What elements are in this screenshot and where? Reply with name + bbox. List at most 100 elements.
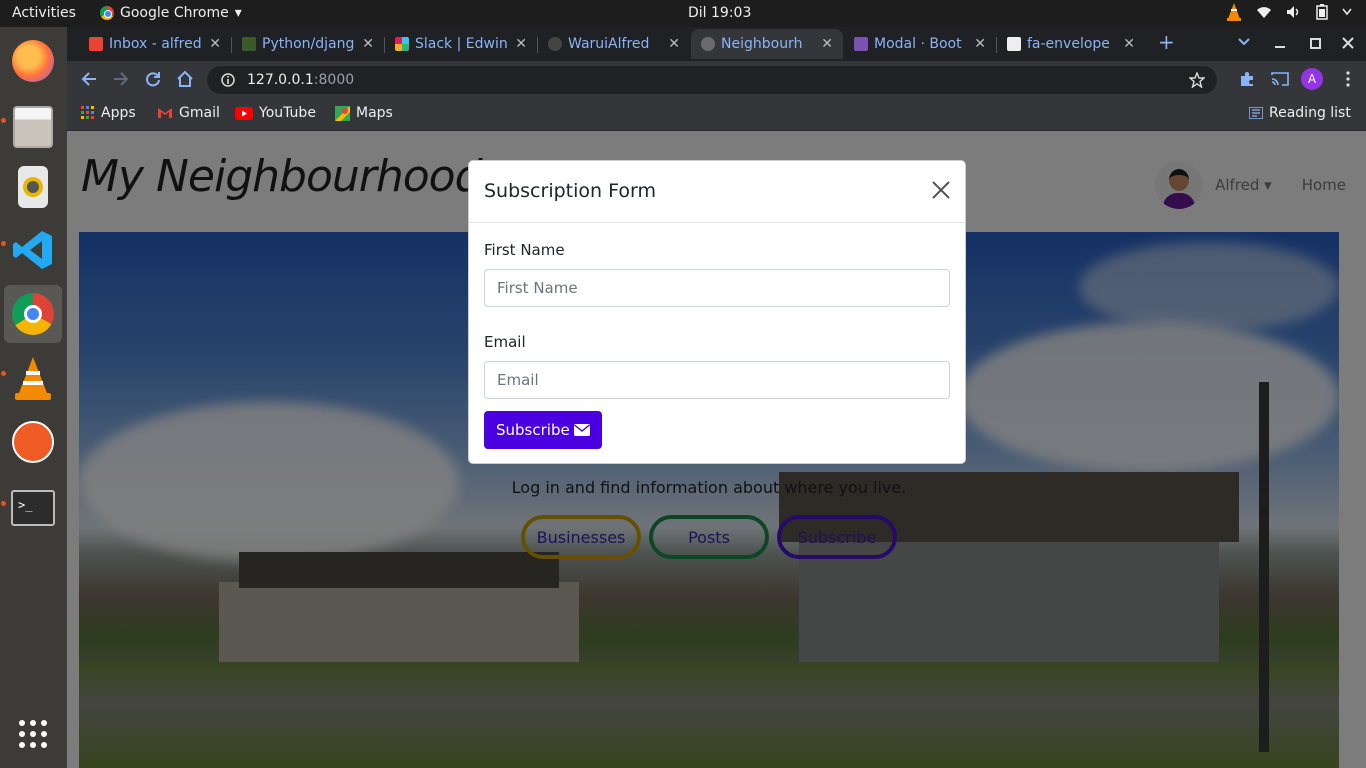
dock-postman[interactable] xyxy=(4,413,62,471)
email-input[interactable] xyxy=(484,361,950,399)
volume-icon[interactable] xyxy=(1286,5,1302,19)
dock-rhythmbox[interactable] xyxy=(4,158,62,216)
bookmarks-bar: Apps Gmail YouTube Maps Reading list xyxy=(67,97,1366,131)
globe-icon xyxy=(701,37,715,51)
address-bar[interactable]: 127.0.0.1:8000 xyxy=(207,66,1217,94)
system-tray[interactable] xyxy=(1226,3,1352,21)
url-text[interactable]: 127.0.0.1:8000 xyxy=(247,72,354,88)
close-icon[interactable]: ✕ xyxy=(515,36,527,52)
vlc-icon xyxy=(15,357,51,400)
tab-github[interactable]: WaruiAlfred ✕ xyxy=(538,29,690,59)
tab-fa-envelope[interactable]: fa-envelope ✕ xyxy=(997,29,1145,59)
apps-grid-icon xyxy=(19,720,47,748)
bookmark-apps[interactable]: Apps xyxy=(81,105,136,121)
activities-button[interactable]: Activities xyxy=(12,5,76,21)
cast-icon[interactable] xyxy=(1271,71,1289,87)
dock-terminal[interactable]: >_ xyxy=(4,479,62,537)
apps-grid-icon xyxy=(81,106,94,119)
reading-list-label: Reading list xyxy=(1269,105,1351,121)
close-icon[interactable]: ✕ xyxy=(668,36,680,52)
tab-label: Neighbourh xyxy=(721,36,803,52)
close-icon[interactable]: ✕ xyxy=(821,36,833,52)
modal-body: First Name Email xyxy=(469,223,965,399)
tab-label: Python/djang xyxy=(262,36,355,52)
bookmark-youtube[interactable]: YouTube xyxy=(235,105,316,121)
close-window-icon[interactable] xyxy=(1342,37,1354,49)
reading-list-button[interactable]: Reading list xyxy=(1249,105,1351,121)
more-menu-icon[interactable] xyxy=(1346,71,1350,87)
tab-label: Slack | Edwin xyxy=(415,36,508,52)
dock-firefox[interactable] xyxy=(4,32,62,90)
youtube-icon xyxy=(235,106,253,120)
first-name-input[interactable] xyxy=(484,269,950,307)
subscription-modal: Subscription Form First Name Email Subsc… xyxy=(468,160,966,464)
bookmark-gmail[interactable]: Gmail xyxy=(157,105,220,121)
slack-icon xyxy=(395,37,409,51)
tab-inbox[interactable]: Inbox - alfred ✕ xyxy=(79,29,231,59)
info-icon[interactable] xyxy=(221,73,235,87)
url-port: :8000 xyxy=(313,72,355,88)
battery-icon[interactable] xyxy=(1316,4,1328,20)
bookmark-label: Maps xyxy=(356,105,393,121)
browser-window: Inbox - alfred ✕ Python/djang ✕ Slack | … xyxy=(67,27,1366,768)
dock-files[interactable] xyxy=(4,98,62,156)
tab-label: Inbox - alfred xyxy=(109,36,202,52)
close-icon[interactable]: ✕ xyxy=(1123,36,1135,52)
tab-label: Modal · Boot xyxy=(874,36,962,52)
wifi-icon[interactable] xyxy=(1256,5,1272,19)
files-icon xyxy=(13,106,53,148)
new-tab-button[interactable]: + xyxy=(1158,30,1175,54)
tab-bootstrap-modal[interactable]: Modal · Boot ✕ xyxy=(844,29,996,59)
maximize-icon[interactable] xyxy=(1309,37,1321,49)
system-top-bar: Activities Google Chrome ▾ Dil 19:03 xyxy=(0,0,1366,27)
github-icon xyxy=(548,37,562,51)
submit-label: Subscribe xyxy=(496,421,570,439)
home-icon[interactable] xyxy=(176,70,194,88)
gmail-icon xyxy=(158,108,172,118)
envelope-icon xyxy=(573,424,590,436)
close-icon[interactable]: ✕ xyxy=(209,36,221,52)
back-arrow-icon[interactable] xyxy=(81,71,97,87)
app-menu[interactable]: Google Chrome ▾ xyxy=(100,5,242,21)
bookmark-maps[interactable]: Maps xyxy=(335,105,393,121)
dock-vlc[interactable] xyxy=(4,350,62,408)
speaker-icon xyxy=(18,166,48,208)
terminal-icon: >_ xyxy=(11,490,55,526)
show-applications-button[interactable] xyxy=(4,705,62,763)
minimize-icon[interactable] xyxy=(1274,37,1286,49)
bookmark-label: YouTube xyxy=(259,105,316,121)
web-page: My Neighbourhood Alfred ▾ Home Log in an… xyxy=(67,131,1366,768)
tab-label: WaruiAlfred xyxy=(568,36,650,52)
close-icon[interactable] xyxy=(929,178,953,202)
tab-search-icon[interactable] xyxy=(1238,38,1250,46)
dock-vscode[interactable] xyxy=(4,221,62,279)
chevron-down-icon[interactable] xyxy=(1342,8,1352,16)
modal-header: Subscription Form xyxy=(469,161,965,223)
subscribe-submit-button[interactable]: Subscribe xyxy=(484,411,602,449)
postman-icon xyxy=(12,421,54,463)
tab-python[interactable]: Python/djang ✕ xyxy=(232,29,384,59)
chrome-icon xyxy=(12,293,54,335)
extensions-puzzle-icon[interactable] xyxy=(1239,71,1255,87)
modal-title: Subscription Form xyxy=(484,180,656,202)
close-icon[interactable]: ✕ xyxy=(362,36,374,52)
profile-avatar[interactable]: A xyxy=(1301,68,1323,90)
vlc-tray-icon[interactable] xyxy=(1226,3,1242,21)
app-menu-label: Google Chrome xyxy=(120,5,229,21)
bookmark-label: Gmail xyxy=(179,105,220,121)
tab-slack[interactable]: Slack | Edwin ✕ xyxy=(385,29,537,59)
bookmark-label: Apps xyxy=(101,105,136,121)
bookmark-star-icon[interactable] xyxy=(1189,72,1205,88)
tab-neighbourhood[interactable]: Neighbourh ✕ xyxy=(691,29,843,59)
clock[interactable]: Dil 19:03 xyxy=(688,5,751,21)
reload-icon[interactable] xyxy=(145,71,161,87)
maps-icon xyxy=(335,105,350,121)
reading-list-icon xyxy=(1249,107,1263,119)
flag-icon xyxy=(1007,37,1021,51)
python-icon xyxy=(242,37,256,51)
gmail-icon xyxy=(89,37,103,51)
dock-chrome[interactable] xyxy=(4,285,62,343)
chrome-icon xyxy=(100,6,114,20)
forward-arrow-icon[interactable] xyxy=(113,71,129,87)
close-icon[interactable]: ✕ xyxy=(974,36,986,52)
